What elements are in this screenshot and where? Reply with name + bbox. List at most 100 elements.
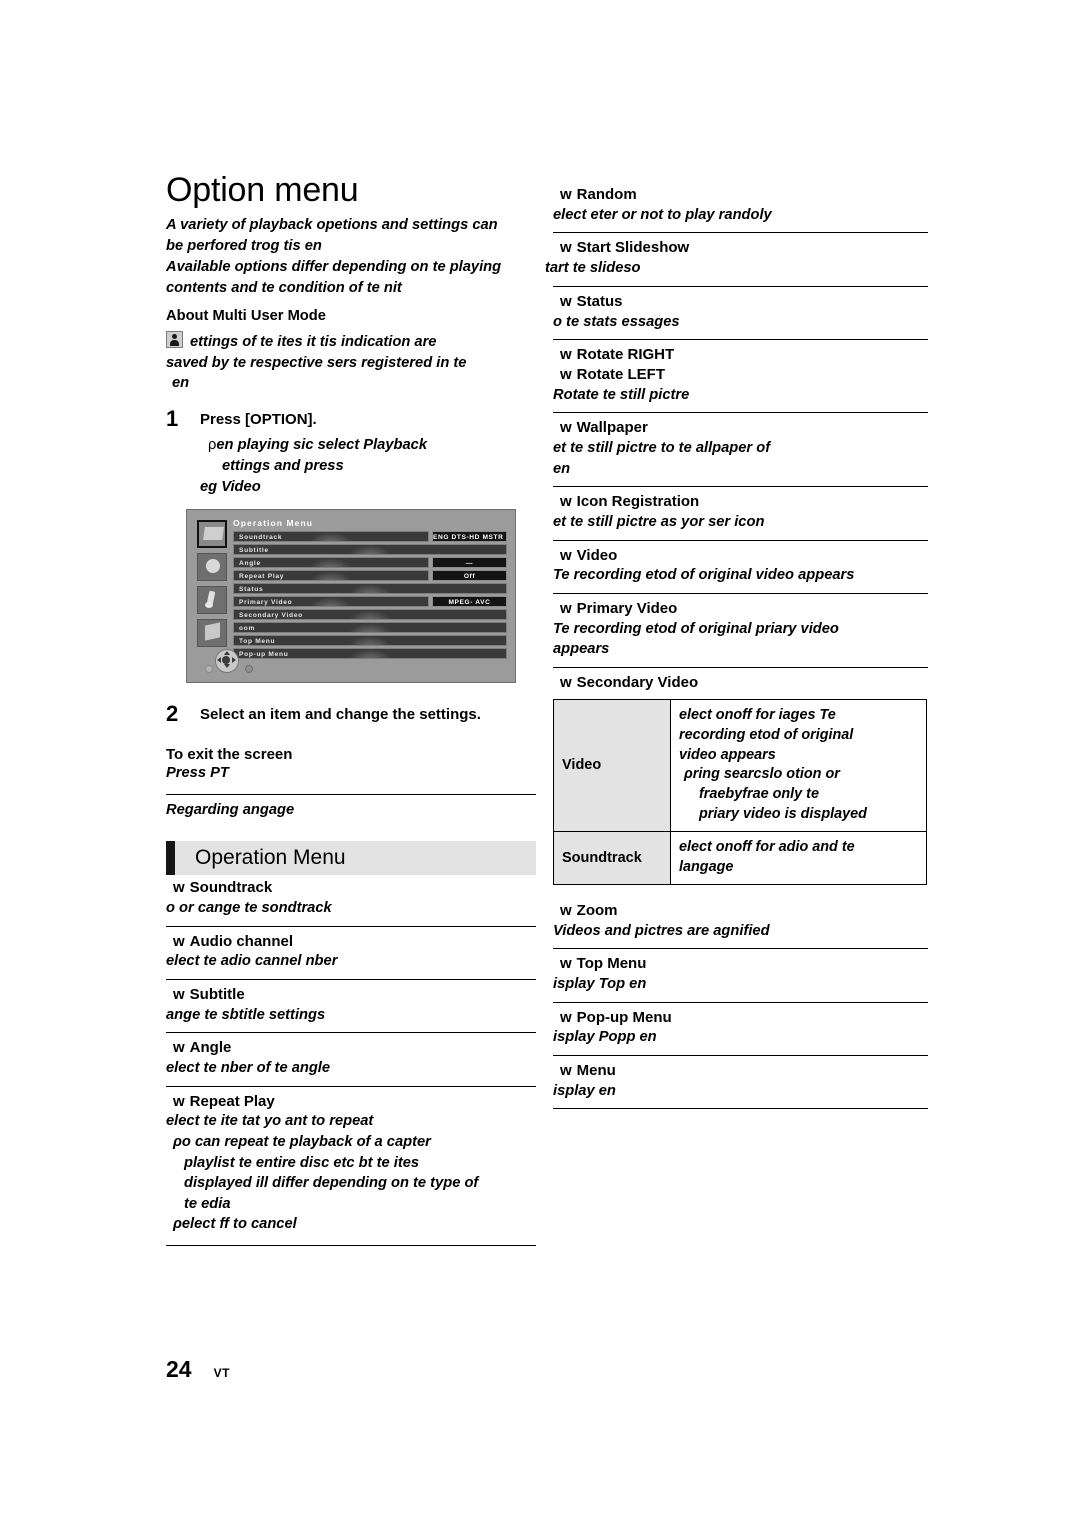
bullet-marker: w	[173, 932, 185, 950]
screenshot-row-label: Top Menu	[233, 635, 507, 647]
desc-line: ρo can repeat te playback of a capter	[173, 1134, 431, 1151]
intro-line-3: Available options differ depending on te…	[166, 259, 502, 276]
step-2-title: Select an item and change the settings.	[200, 706, 481, 724]
intro-line-4: contents and te condition of te nit	[166, 280, 402, 297]
screenshot-row-label: oom	[233, 622, 507, 634]
divider	[553, 1108, 928, 1110]
entry-label: Rotate RIGHT	[576, 346, 675, 364]
exit-title: To exit the screen	[166, 745, 293, 763]
entry-audio-channel: w Audio channel elect te adio cannel nber	[166, 932, 536, 972]
entry-label: Pop-up Menu	[576, 1008, 672, 1026]
regarding-note: Regarding angage	[166, 802, 295, 819]
entry-primary-video: w Primary Video Te recording etod of orig…	[553, 599, 928, 660]
value-line: fraebyfrae only te	[699, 786, 819, 803]
intro-line-2: be perfored trog tis en	[166, 238, 322, 255]
divider	[166, 794, 536, 796]
bullet-marker: w	[560, 673, 572, 691]
entry-title: w Subtitle	[166, 985, 536, 1005]
other-icon	[197, 619, 227, 648]
divider	[553, 1054, 928, 1056]
divider	[166, 978, 536, 980]
entry-title: w Wallpaper	[553, 418, 928, 438]
screenshot-row: Primary Video MPEG- AVC	[233, 596, 507, 608]
bullet-marker: w	[560, 346, 572, 364]
exit-screen-block: To exit the screen Press PT	[166, 745, 536, 784]
entry-label: Video	[576, 546, 618, 564]
audio-icon	[197, 586, 227, 615]
value-line: priary video is displayed	[699, 806, 867, 823]
entry-title: w Top Menu	[553, 954, 928, 974]
multi-user-note: ettings of te ites it tis indication are…	[166, 330, 536, 395]
entry-label: Status	[576, 292, 623, 310]
desc-line: Te recording etod of original priary vid…	[553, 620, 839, 637]
value-line: recording etod of original	[679, 726, 854, 743]
divider	[553, 339, 928, 341]
divider	[166, 1032, 536, 1034]
note-line-3: en	[172, 375, 190, 392]
screenshot-row: oom	[233, 622, 507, 634]
screenshot-row-value: —	[432, 557, 507, 569]
entry-description: elect eter or not to play randoly	[553, 206, 772, 223]
desc-line: elect te ite tat yo ant to repeat	[166, 1113, 374, 1130]
entry-title: w Pop-up Menu	[553, 1008, 928, 1028]
entry-label: Primary Video	[576, 600, 678, 617]
intro-line-1: A variety of playback opetions and setti…	[166, 217, 498, 234]
entry-wallpaper: w Wallpaper et te still pictre to te allp…	[553, 418, 928, 479]
entry-title: w Soundtrack	[166, 878, 536, 898]
bullet-marker: w	[560, 292, 572, 310]
step-2-number: 2	[166, 701, 179, 727]
entry-description: et te still pictre as yor ser icon	[553, 514, 765, 531]
screenshot-row: Secondary Video	[233, 609, 507, 621]
entry-title: w Angle	[166, 1038, 536, 1058]
table-row: Video elect onoff for iages Te recording…	[553, 698, 927, 833]
desc-line: appears	[553, 641, 610, 658]
entry-menu: w Menu isplay en	[553, 1061, 928, 1101]
screenshot-row: Angle —	[233, 557, 507, 569]
entry-title: w Secondary Video	[553, 673, 928, 693]
screenshot-row: Top Menu	[233, 635, 507, 647]
entry-secondary-video: w Secondary Video	[553, 673, 928, 693]
screenshot-row-value: ENG DTS-HD MSTR ...	[432, 531, 507, 543]
bullet-marker: w	[560, 239, 572, 257]
bullet-marker: w	[560, 365, 572, 383]
step-1-number: 1	[166, 406, 179, 432]
entry-label: Top Menu	[576, 955, 647, 973]
entry-label: Menu	[576, 1061, 616, 1079]
table-cell-key: Video	[553, 698, 671, 833]
entry-label: Start Slideshow	[576, 239, 690, 257]
bullet-marker: w	[560, 955, 572, 973]
video-icon	[197, 520, 227, 549]
value-line: elect onoff for adio and te	[679, 839, 855, 855]
entry-label: Wallpaper	[576, 419, 648, 437]
entry-status: w Status o te stats essages	[553, 292, 928, 332]
screenshot-row-label: Status	[233, 583, 507, 595]
desc-line: en	[553, 460, 571, 477]
screenshot-row-label: Soundtrack	[233, 531, 429, 543]
entry-label: Secondary Video	[576, 673, 699, 691]
screenshot-row-label: Repeat Play	[233, 570, 429, 582]
bullet-marker: w	[560, 600, 572, 617]
screenshot-row-value: Off	[432, 570, 507, 582]
screenshot-row: Pop-up Menu	[233, 648, 507, 660]
divider	[166, 925, 536, 927]
entry-title: w Status	[553, 292, 928, 312]
value-line: video appears	[679, 746, 776, 763]
entry-title: w Start Slideshow	[553, 238, 928, 258]
page-title: Option menu	[166, 171, 359, 209]
manual-page: Option menu A variety of playback opetio…	[0, 0, 1080, 1526]
entry-description: o te stats essages	[553, 313, 680, 330]
desc-line: playlist te entire disc etc bt te ites	[184, 1154, 420, 1171]
entry-title: w Rotate RIGHT	[553, 345, 928, 365]
entry-description: Videos and pictres are agnified	[553, 922, 770, 939]
desc-line: displayed ill differ depending on te typ…	[184, 1175, 479, 1192]
right-column: w Random elect eter or not to play randol…	[545, 182, 928, 1114]
divider	[166, 1085, 536, 1087]
entry-zoom: w Zoom Videos and pictres are agnified	[553, 901, 928, 941]
entry-start-slideshow: w Start Slideshow tart te slideso	[545, 238, 928, 278]
entry-description: elect te adio cannel nber	[166, 953, 338, 970]
bullet-marker: w	[560, 546, 572, 564]
step-1-body: ρen playing sic select Playback ettings …	[200, 435, 536, 498]
section-header-label: Operation Menu	[195, 846, 346, 870]
divider	[553, 666, 928, 668]
entry-title: w Audio channel	[166, 932, 536, 952]
